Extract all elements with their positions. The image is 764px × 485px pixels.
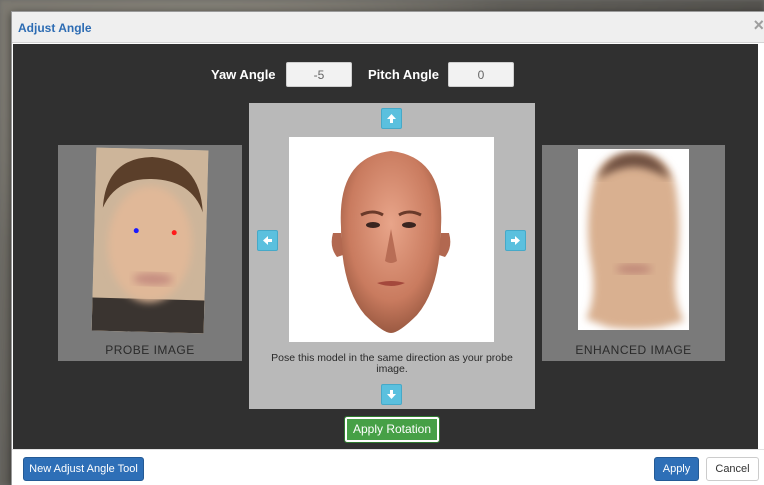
pitch-angle-input[interactable] [448,62,514,87]
face-model-viewport[interactable] [289,137,494,342]
dialog-body: Yaw Angle Pitch Angle [13,44,758,449]
arrow-down-icon[interactable] [381,384,402,405]
enhanced-image-caption: ENHANCED IMAGE [575,343,692,357]
close-icon[interactable]: × [753,16,764,34]
angle-controls: Yaw Angle Pitch Angle [13,62,758,88]
enhanced-image-panel: ENHANCED IMAGE [542,145,725,361]
face-model-render [331,151,451,333]
probe-image-panel: PROBE IMAGE [58,145,242,361]
probe-face-photo [91,147,209,334]
dialog-header: Adjust Angle × [12,12,764,43]
enhanced-face-photo [578,149,689,330]
yaw-angle-label: Yaw Angle [211,67,276,82]
apply-rotation-button[interactable]: Apply Rotation [344,416,440,443]
probe-image [91,147,209,334]
arrow-right-icon[interactable] [505,230,526,251]
pitch-angle-label: Pitch Angle [368,67,440,82]
new-adjust-angle-tool-button[interactable]: New Adjust Angle Tool [23,457,144,481]
model-pose-panel: Pose this model in the same direction as… [249,103,535,409]
arrow-left-icon[interactable] [257,230,278,251]
enhanced-image [578,149,689,330]
apply-button[interactable]: Apply [654,457,699,481]
arrow-up-icon[interactable] [381,108,402,129]
yaw-angle-input[interactable] [286,62,352,87]
pose-hint-text: Pose this model in the same direction as… [271,352,513,375]
adjust-angle-dialog: Adjust Angle × Yaw Angle Pitch Angle [11,11,764,485]
cancel-button[interactable]: Cancel [706,457,759,481]
dialog-footer: New Adjust Angle Tool Apply Cancel [12,449,764,485]
dialog-title: Adjust Angle [18,21,92,35]
probe-image-caption: PROBE IMAGE [105,343,195,357]
